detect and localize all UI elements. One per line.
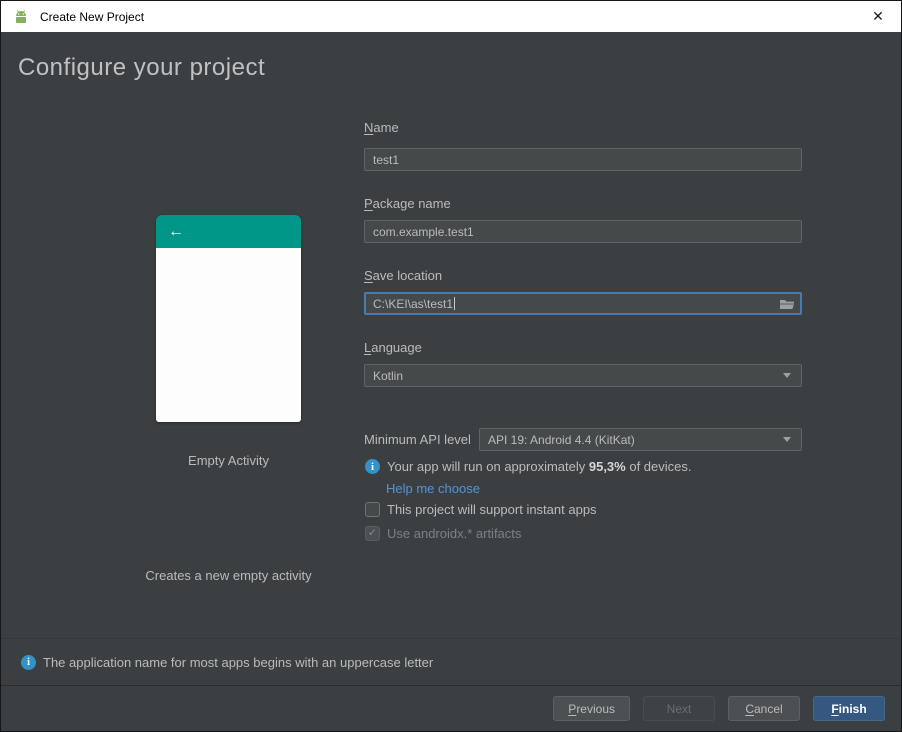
save-location-label: Save location: [364, 268, 443, 283]
language-label: Language: [364, 340, 422, 355]
finish-button[interactable]: Finish: [813, 696, 885, 721]
chevron-down-icon: [783, 373, 791, 378]
previous-button[interactable]: Previous: [553, 696, 630, 721]
hint-text: The application name for most apps begin…: [43, 654, 434, 670]
package-name-input[interactable]: [364, 220, 802, 243]
close-icon[interactable]: ✕: [855, 1, 901, 32]
save-location-value: C:\KEI\as\test1: [373, 296, 454, 311]
androidx-checkbox: ✓: [365, 526, 380, 541]
name-label: Name: [364, 120, 399, 135]
package-name-label: Package name: [364, 196, 451, 211]
cancel-button[interactable]: Cancel: [728, 696, 800, 721]
instant-apps-checkbox-row[interactable]: This project will support instant apps: [365, 502, 597, 517]
info-icon: i: [365, 459, 380, 474]
page-title: Configure your project: [18, 54, 266, 81]
info-icon: i: [21, 654, 36, 670]
androidx-label: Use androidx.* artifacts: [387, 526, 522, 541]
instant-apps-label: This project will support instant apps: [387, 502, 597, 517]
language-value: Kotlin: [373, 368, 404, 383]
text-caret: [454, 297, 456, 310]
help-me-choose-link[interactable]: Help me choose: [386, 481, 480, 496]
create-new-project-dialog: Create New Project ✕ Configure your proj…: [0, 0, 902, 732]
min-api-label: Minimum API level: [364, 432, 471, 447]
androidx-checkbox-row: ✓ Use androidx.* artifacts: [365, 526, 521, 541]
button-bar: Previous Next Cancel Finish: [1, 685, 901, 731]
save-location-input[interactable]: C:\KEI\as\test1: [364, 292, 802, 315]
template-preview-card: ←: [156, 215, 301, 422]
template-appbar: ←: [156, 215, 301, 248]
name-input[interactable]: [364, 148, 802, 171]
min-api-dropdown[interactable]: API 19: Android 4.4 (KitKat): [479, 428, 802, 451]
hint-strip: i The application name for most apps beg…: [1, 638, 901, 685]
min-api-value: API 19: Android 4.4 (KitKat): [488, 432, 635, 447]
instant-apps-checkbox[interactable]: [365, 502, 380, 517]
template-description: Creates a new empty activity: [145, 568, 312, 583]
window-title: Create New Project: [40, 9, 145, 24]
language-dropdown[interactable]: Kotlin: [364, 364, 802, 387]
folder-browse-icon[interactable]: [779, 297, 795, 311]
title-bar: Create New Project ✕: [1, 1, 901, 32]
android-logo-icon: [12, 9, 32, 25]
template-name: Empty Activity: [188, 453, 269, 468]
api-coverage-note: i Your app will run on approximately 95,…: [365, 459, 692, 474]
main-content: Configure your project ← Empty Activity …: [1, 32, 901, 638]
chevron-down-icon: [783, 437, 791, 442]
back-arrow-icon: ←: [168, 222, 184, 240]
next-button[interactable]: Next: [643, 696, 715, 721]
template-body: [156, 248, 301, 422]
api-note-text: Your app will run on approximately 95,3%…: [387, 459, 692, 474]
